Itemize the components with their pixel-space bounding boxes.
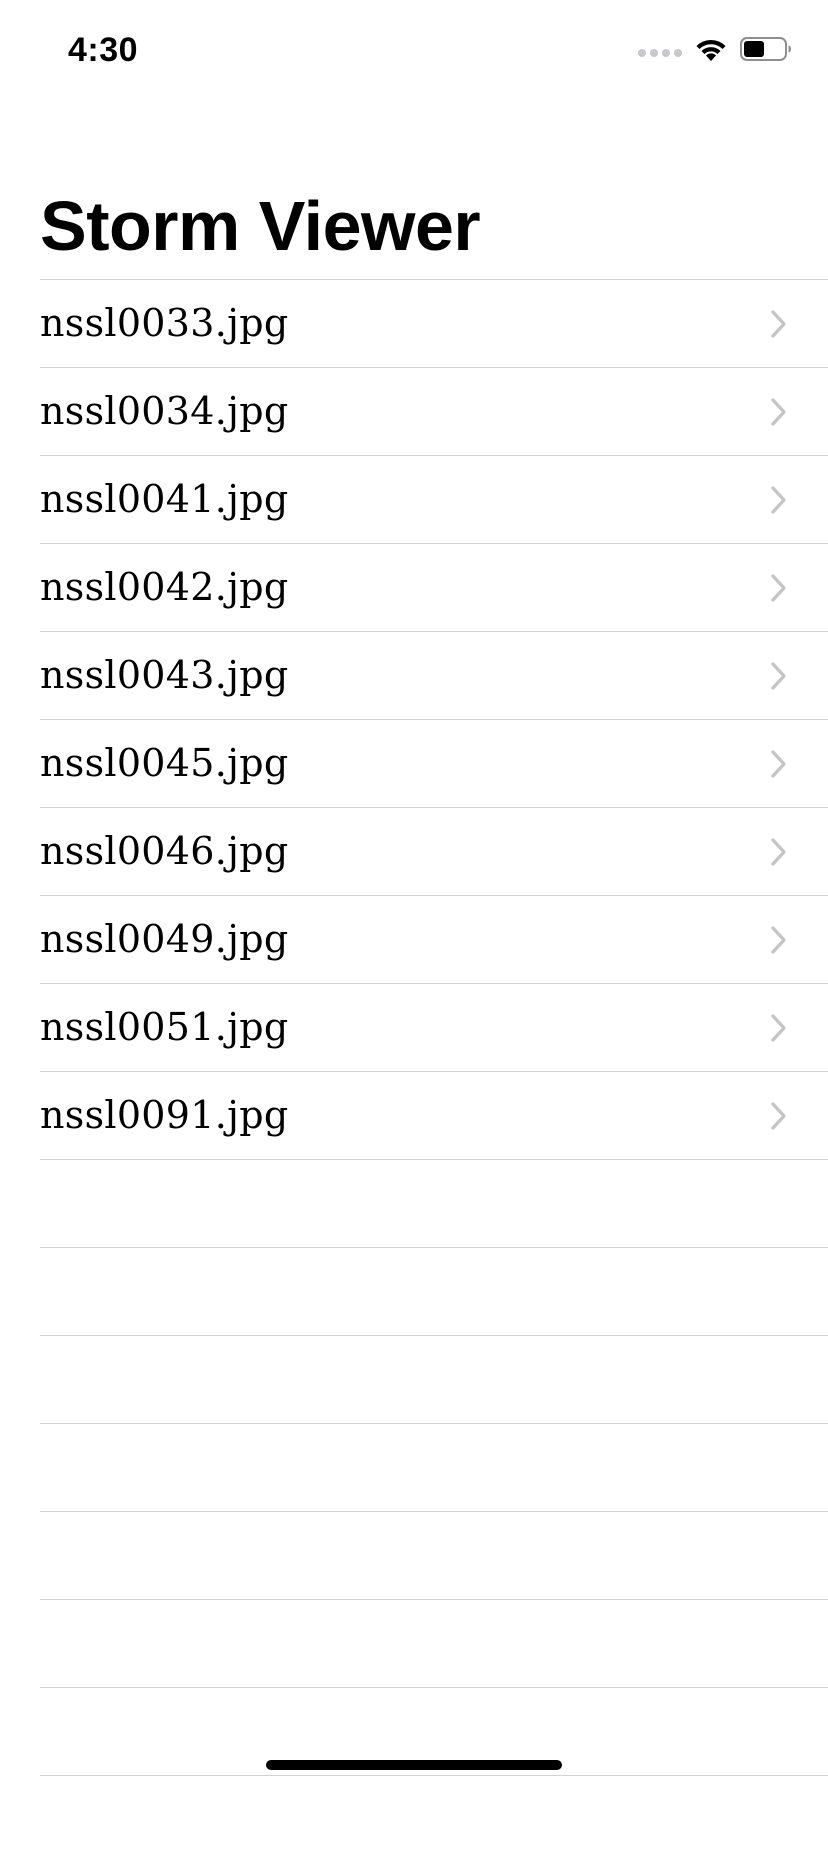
row-label: nssl0051.jpg [40, 1005, 289, 1049]
chevron-right-icon [770, 486, 788, 514]
row-label: nssl0046.jpg [40, 829, 289, 873]
row-label: nssl0034.jpg [40, 389, 289, 433]
page-title: Storm Viewer [40, 187, 481, 265]
table-row[interactable]: nssl0034.jpg [40, 367, 828, 455]
empty-row [40, 1423, 828, 1511]
chevron-right-icon [770, 662, 788, 690]
wifi-icon [694, 36, 728, 62]
table-row[interactable]: nssl0091.jpg [40, 1071, 828, 1159]
chevron-right-icon [770, 574, 788, 602]
row-label: nssl0049.jpg [40, 917, 289, 961]
status-bar: 4:30 [0, 0, 828, 100]
chevron-right-icon [770, 1014, 788, 1042]
file-table: nssl0033.jpg nssl0034.jpg nssl0041.jpg n… [0, 279, 828, 1863]
table-row[interactable]: nssl0045.jpg [40, 719, 828, 807]
chevron-right-icon [770, 310, 788, 338]
table-row[interactable]: nssl0043.jpg [40, 631, 828, 719]
row-label: nssl0043.jpg [40, 653, 289, 697]
row-label: nssl0041.jpg [40, 477, 289, 521]
table-row[interactable]: nssl0033.jpg [40, 279, 828, 367]
empty-row [40, 1335, 828, 1423]
empty-row [40, 1511, 828, 1599]
status-indicators [638, 34, 792, 64]
chevron-right-icon [770, 838, 788, 866]
table-row[interactable]: nssl0051.jpg [40, 983, 828, 1071]
cellular-signal-icon [638, 49, 682, 57]
row-label: nssl0042.jpg [40, 565, 289, 609]
row-label: nssl0045.jpg [40, 741, 289, 785]
table-row[interactable]: nssl0049.jpg [40, 895, 828, 983]
chevron-right-icon [770, 926, 788, 954]
row-label: nssl0091.jpg [40, 1093, 289, 1137]
status-time: 4:30 [68, 31, 139, 69]
chevron-right-icon [770, 750, 788, 778]
battery-icon [740, 36, 792, 62]
table-row[interactable]: nssl0042.jpg [40, 543, 828, 631]
empty-row [40, 1159, 828, 1247]
home-indicator[interactable] [266, 1760, 562, 1770]
chevron-right-icon [770, 398, 788, 426]
chevron-right-icon [770, 1102, 788, 1130]
table-row[interactable]: nssl0046.jpg [40, 807, 828, 895]
row-label: nssl0033.jpg [40, 301, 289, 345]
empty-row [40, 1599, 828, 1687]
empty-row [40, 1775, 828, 1863]
table-row[interactable]: nssl0041.jpg [40, 455, 828, 543]
empty-row [40, 1247, 828, 1335]
